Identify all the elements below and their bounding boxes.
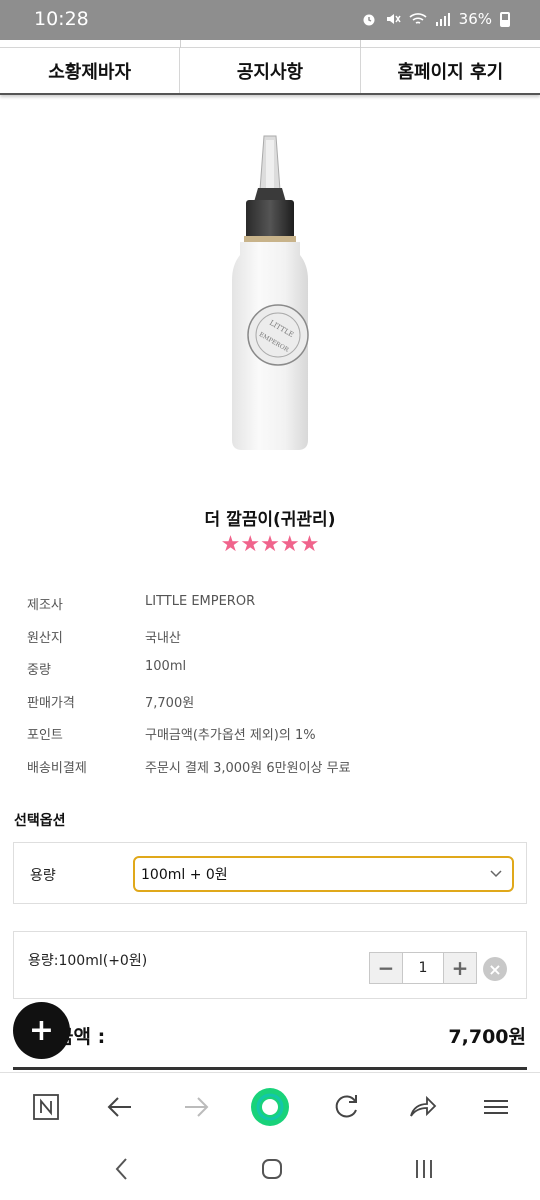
chevron-down-icon [490, 870, 502, 878]
browser-toolbar [0, 1072, 540, 1138]
add-fab-button[interactable]: + [13, 1002, 70, 1059]
decrease-button[interactable]: − [370, 953, 402, 983]
quantity-value[interactable]: 1 [402, 953, 444, 983]
android-back-icon[interactable] [107, 1154, 137, 1184]
signal-icon [435, 13, 450, 26]
capacity-select[interactable]: 100ml + 0원 [133, 856, 514, 892]
option-label: 용량 [30, 868, 56, 884]
menu-icon[interactable] [476, 1087, 516, 1127]
tab-notice[interactable]: 공지사항 [180, 48, 361, 93]
battery-icon [500, 11, 510, 27]
status-icons: 36% [361, 10, 510, 28]
product-image: LITTLE EMPEROR [232, 135, 309, 450]
star-icon: ★ [279, 532, 300, 557]
share-icon[interactable] [402, 1087, 442, 1127]
plus-icon: + [28, 1013, 55, 1048]
tab-bazaar[interactable]: 소황제바자 [0, 48, 181, 93]
star-icon: ★ [240, 532, 261, 557]
info-row: 포인트 구매금액(추가옵션 제외)의 1% [27, 724, 527, 757]
rating-stars: ★ ★ ★ ★ ★ [0, 533, 540, 557]
cart-item-box: 용량:100ml(+0원) − 1 + × [13, 931, 527, 999]
status-time: 10:28 [34, 8, 89, 30]
options-title: 선택옵션 [14, 813, 66, 829]
info-label: 원산지 [27, 630, 63, 646]
capacity-select-value: 100ml + 0원 [141, 867, 228, 883]
back-arrow-icon[interactable] [100, 1087, 140, 1127]
option-box: 용량 100ml + 0원 [13, 842, 527, 904]
info-label: 중량 [27, 663, 51, 678]
total-value: 7,700원 [448, 1026, 526, 1048]
info-label: 판매가격 [27, 695, 75, 711]
info-row: 제조사 LITTLE EMPEROR [27, 594, 527, 627]
info-row: 중량 100ml [27, 659, 527, 692]
alarm-icon [363, 14, 375, 26]
android-nav-bar [0, 1138, 540, 1200]
quantity-stepper: − 1 + [369, 952, 477, 984]
info-label: 포인트 [27, 728, 63, 743]
info-value: LITTLE EMPEROR [145, 594, 256, 609]
info-value: 7,700원 [145, 695, 195, 711]
remove-item-button[interactable]: × [483, 957, 507, 981]
naver-green-dot-icon[interactable] [250, 1087, 290, 1127]
n-home-icon[interactable] [26, 1087, 66, 1127]
nav-tabs: 소황제바자 공지사항 홈페이지 후기 [0, 48, 540, 95]
product-info-table: 제조사 LITTLE EMPEROR 원산지 국내산 중량 100ml 판매가격… [27, 594, 527, 789]
divider [13, 1067, 527, 1070]
tab-reviews[interactable]: 홈페이지 후기 [361, 48, 540, 93]
android-recents-icon[interactable] [409, 1154, 439, 1184]
mute-icon [386, 14, 401, 24]
star-icon: ★ [299, 532, 320, 557]
info-value: 주문시 결제 3,000원 6만원이상 무료 [145, 760, 351, 776]
info-row: 원산지 국내산 [27, 627, 527, 660]
star-icon: ★ [220, 532, 241, 557]
info-row: 배송비결제 주문시 결제 3,000원 6만원이상 무료 [27, 757, 527, 790]
android-home-icon[interactable] [257, 1154, 287, 1184]
info-value: 국내산 [145, 630, 181, 646]
status-bar: 10:28 36% [0, 0, 540, 40]
info-value: 구매금액(추가옵션 제외)의 1% [145, 728, 316, 743]
star-icon: ★ [260, 532, 280, 557]
wifi-icon [409, 13, 427, 24]
info-row: 판매가격 7,700원 [27, 692, 527, 725]
info-label: 배송비결제 [27, 760, 87, 776]
info-label: 제조사 [27, 598, 63, 613]
battery-percent: 36% [458, 10, 492, 28]
top-strip [0, 40, 540, 48]
refresh-icon[interactable] [326, 1087, 366, 1127]
info-value: 100ml [145, 659, 187, 674]
increase-button[interactable]: + [444, 953, 476, 983]
product-name: 더 깔끔이(귀관리) [204, 510, 336, 530]
forward-arrow-icon[interactable] [176, 1087, 216, 1127]
cart-item-label: 용량:100ml(+0원) [28, 953, 148, 969]
